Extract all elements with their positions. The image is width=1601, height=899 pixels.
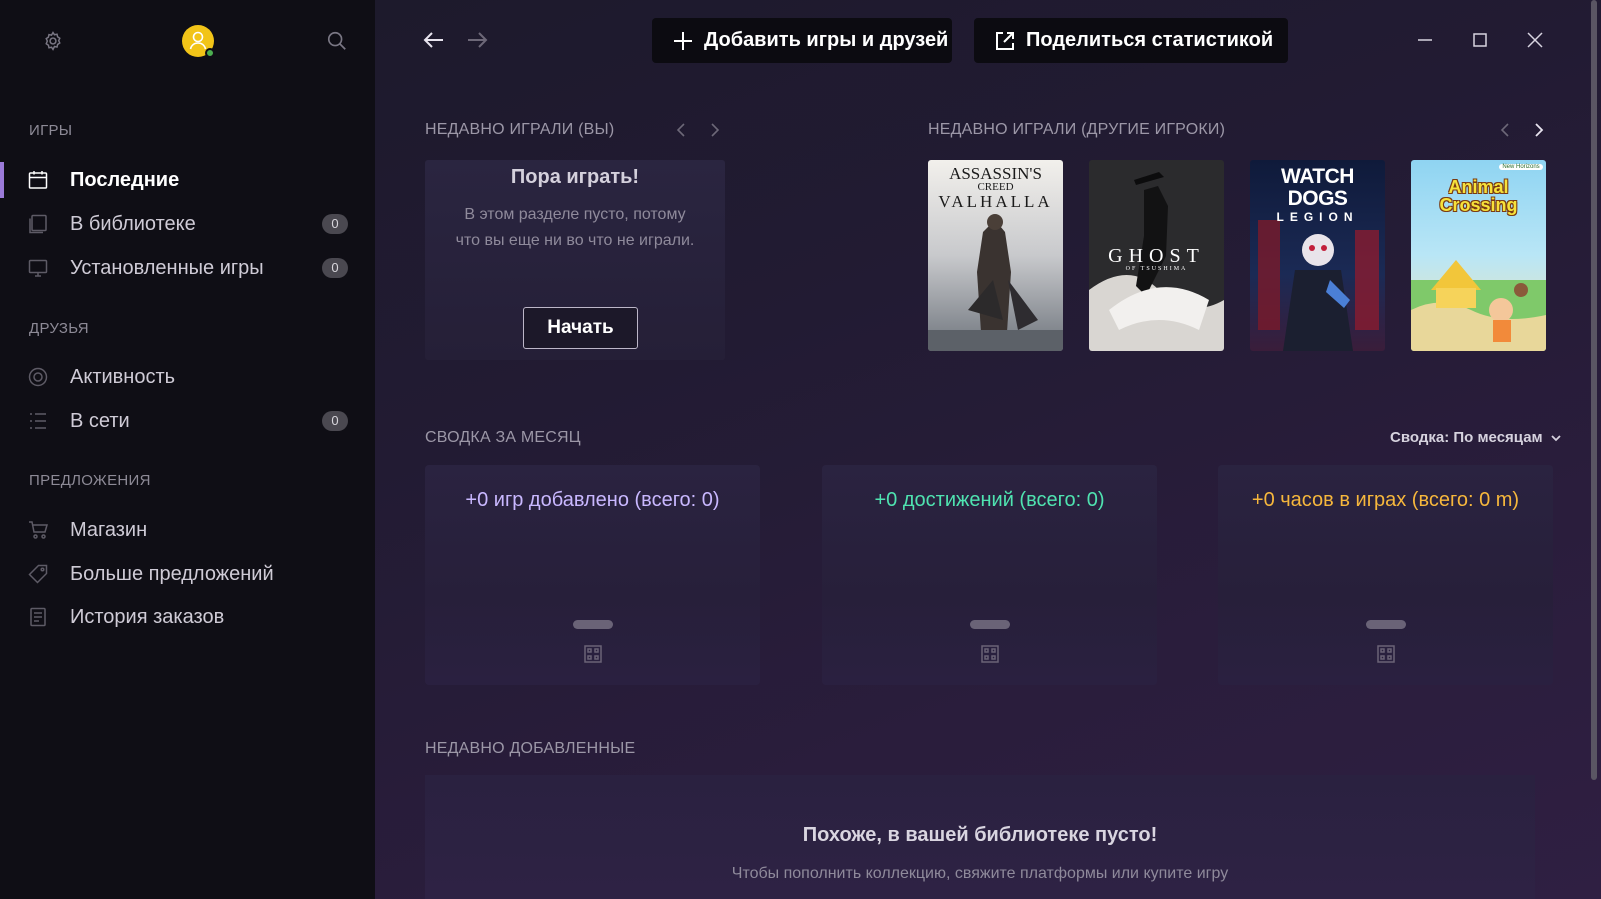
close-icon[interactable] xyxy=(1525,30,1545,50)
sidebar-item-installed[interactable]: Установленные игры 0 xyxy=(0,248,375,288)
game-cover-animal-crossing[interactable]: Animal Crossing New Horizons xyxy=(1411,160,1546,351)
minimize-icon[interactable] xyxy=(1415,30,1435,50)
placeholder-pill xyxy=(573,620,613,629)
empty-recent-card: Пора играть! В этом разделе пусто, потом… xyxy=(425,160,725,360)
sidebar-item-more-offers[interactable]: Больше предложений xyxy=(0,554,375,594)
tag-icon xyxy=(28,564,48,584)
cover-title-line: Crossing xyxy=(1439,195,1518,215)
sidebar-item-label: Больше предложений xyxy=(70,562,274,585)
chart-placeholder-icon xyxy=(1377,645,1395,663)
empty-recent-text: В этом разделе пусто, потому что вы еще … xyxy=(455,206,695,249)
library-icon xyxy=(29,214,47,234)
sidebar-top-bar xyxy=(0,22,375,62)
monitor-icon xyxy=(28,259,48,277)
section-title-friends: ДРУЗЬЯ xyxy=(29,320,89,337)
maximize-icon[interactable] xyxy=(1470,30,1490,50)
count-badge: 0 xyxy=(322,214,348,234)
sidebar-item-online[interactable]: В сети 0 xyxy=(0,401,375,441)
sidebar-item-label: Последние xyxy=(70,168,180,191)
placeholder-pill xyxy=(970,620,1010,629)
cover-title-line: GHOST xyxy=(1108,245,1205,267)
sidebar-item-label: Активность xyxy=(70,365,176,388)
cover-title-line: LEGION xyxy=(1276,210,1359,224)
empty-library-title: Похоже, в вашей библиотеке пусто! xyxy=(802,824,1158,846)
stat-games-text: +0 игр добавлено (всего: 0) xyxy=(465,489,720,511)
section-title-offers: ПРЕДЛОЖЕНИЯ xyxy=(29,472,151,489)
cover-title-line: VALHALLA xyxy=(938,192,1053,211)
cover-subtitle-badge: New Horizons xyxy=(1499,164,1543,170)
sidebar-item-order-history[interactable]: История заказов xyxy=(0,597,375,637)
game-cover-ac-valhalla[interactable]: ASSASSIN'S CREED VALHALLA xyxy=(928,160,1063,351)
summary-period-label: Сводка: По месяцам xyxy=(1390,429,1543,446)
chevron-right-icon[interactable] xyxy=(1531,122,1547,138)
list-icon xyxy=(30,413,46,429)
back-arrow-icon[interactable] xyxy=(422,28,446,52)
receipt-icon xyxy=(30,607,46,627)
sidebar-item-label: В библиотеке xyxy=(70,212,196,235)
stat-card-achievements: +0 достижений (всего: 0) xyxy=(822,465,1157,685)
calendar-icon xyxy=(28,171,48,189)
empty-library-card: Похоже, в вашей библиотеке пусто! Чтобы … xyxy=(425,775,1535,899)
chevron-right-icon[interactable] xyxy=(707,122,723,138)
stat-hours-text: +0 часов в играх (всего: 0 m) xyxy=(1251,489,1520,511)
chart-placeholder-icon xyxy=(981,645,999,663)
game-cover-ghost-of-tsushima[interactable]: GHOST OF TSUSHIMA xyxy=(1089,160,1224,351)
section-title-summary: СВОДКА ЗА МЕСЯЦ xyxy=(425,429,581,446)
forward-arrow-icon[interactable] xyxy=(465,28,489,52)
section-title-recent-you: НЕДАВНО ИГРАЛИ (ВЫ) xyxy=(425,121,615,138)
section-title-recent-others: НЕДАВНО ИГРАЛИ (ДРУГИЕ ИГРОКИ) xyxy=(928,121,1226,138)
section-title-recently-added: НЕДАВНО ДОБАВЛЕННЫЕ xyxy=(425,740,636,757)
sidebar-item-library[interactable]: В библиотеке 0 xyxy=(0,204,375,244)
summary-period-dropdown[interactable]: Сводка: По месяцам xyxy=(1390,429,1563,446)
sidebar-item-recent[interactable]: Последние xyxy=(0,160,375,200)
share-stats-label: Поделиться статистикой xyxy=(1026,29,1274,51)
stat-card-hours: +0 часов в играх (всего: 0 m) xyxy=(1218,465,1553,685)
count-badge: 0 xyxy=(322,258,348,278)
cart-icon xyxy=(29,521,48,539)
sidebar-item-label: История заказов xyxy=(70,605,225,628)
cover-title-line: WATCH DOGS xyxy=(1281,165,1354,210)
main-content: Добавить игры и друзей Поделиться статис… xyxy=(375,0,1601,899)
add-games-friends-button[interactable]: Добавить игры и друзей xyxy=(652,18,952,63)
sidebar-item-label: Установленные игры xyxy=(70,256,264,279)
sidebar: ИГРЫ Последние В библиотеке 0 Установлен… xyxy=(0,0,375,899)
placeholder-pill xyxy=(1366,620,1406,629)
avatar[interactable] xyxy=(182,25,215,58)
add-games-friends-label: Добавить игры и друзей xyxy=(704,29,949,51)
chevron-left-icon[interactable] xyxy=(1497,122,1513,138)
stat-card-games: +0 игр добавлено (всего: 0) xyxy=(425,465,760,685)
sidebar-item-label: В сети xyxy=(70,409,130,432)
sidebar-item-store[interactable]: Магазин xyxy=(0,510,375,550)
search-icon[interactable] xyxy=(326,30,348,52)
activity-icon xyxy=(28,367,48,387)
chart-placeholder-icon xyxy=(584,645,602,663)
chevron-left-icon[interactable] xyxy=(673,122,689,138)
stat-achievements-text: +0 достижений (всего: 0) xyxy=(874,489,1105,511)
cover-title-line: Animal xyxy=(1448,177,1509,197)
plus-icon xyxy=(674,31,692,50)
count-badge: 0 xyxy=(322,411,348,431)
gear-icon[interactable] xyxy=(42,30,64,52)
scrollbar[interactable] xyxy=(1591,0,1597,780)
game-cover-watch-dogs-legion[interactable]: WATCH DOGS LEGION xyxy=(1250,160,1385,351)
toolbar: Добавить игры и друзей Поделиться статис… xyxy=(375,0,1601,80)
sidebar-item-label: Магазин xyxy=(70,518,148,541)
section-title-games: ИГРЫ xyxy=(29,122,73,139)
empty-library-text: Чтобы пополнить коллекцию, свяжите платф… xyxy=(731,865,1229,882)
chevron-down-icon xyxy=(1551,434,1561,441)
start-button[interactable]: Начать xyxy=(523,307,638,349)
sidebar-item-activity[interactable]: Активность xyxy=(0,357,375,397)
cover-title-line: ASSASSIN'S xyxy=(949,164,1042,183)
empty-recent-title: Пора играть! xyxy=(510,166,640,188)
online-status-dot xyxy=(205,48,215,58)
share-stats-button[interactable]: Поделиться статистикой xyxy=(974,18,1288,63)
share-icon xyxy=(996,31,1014,50)
